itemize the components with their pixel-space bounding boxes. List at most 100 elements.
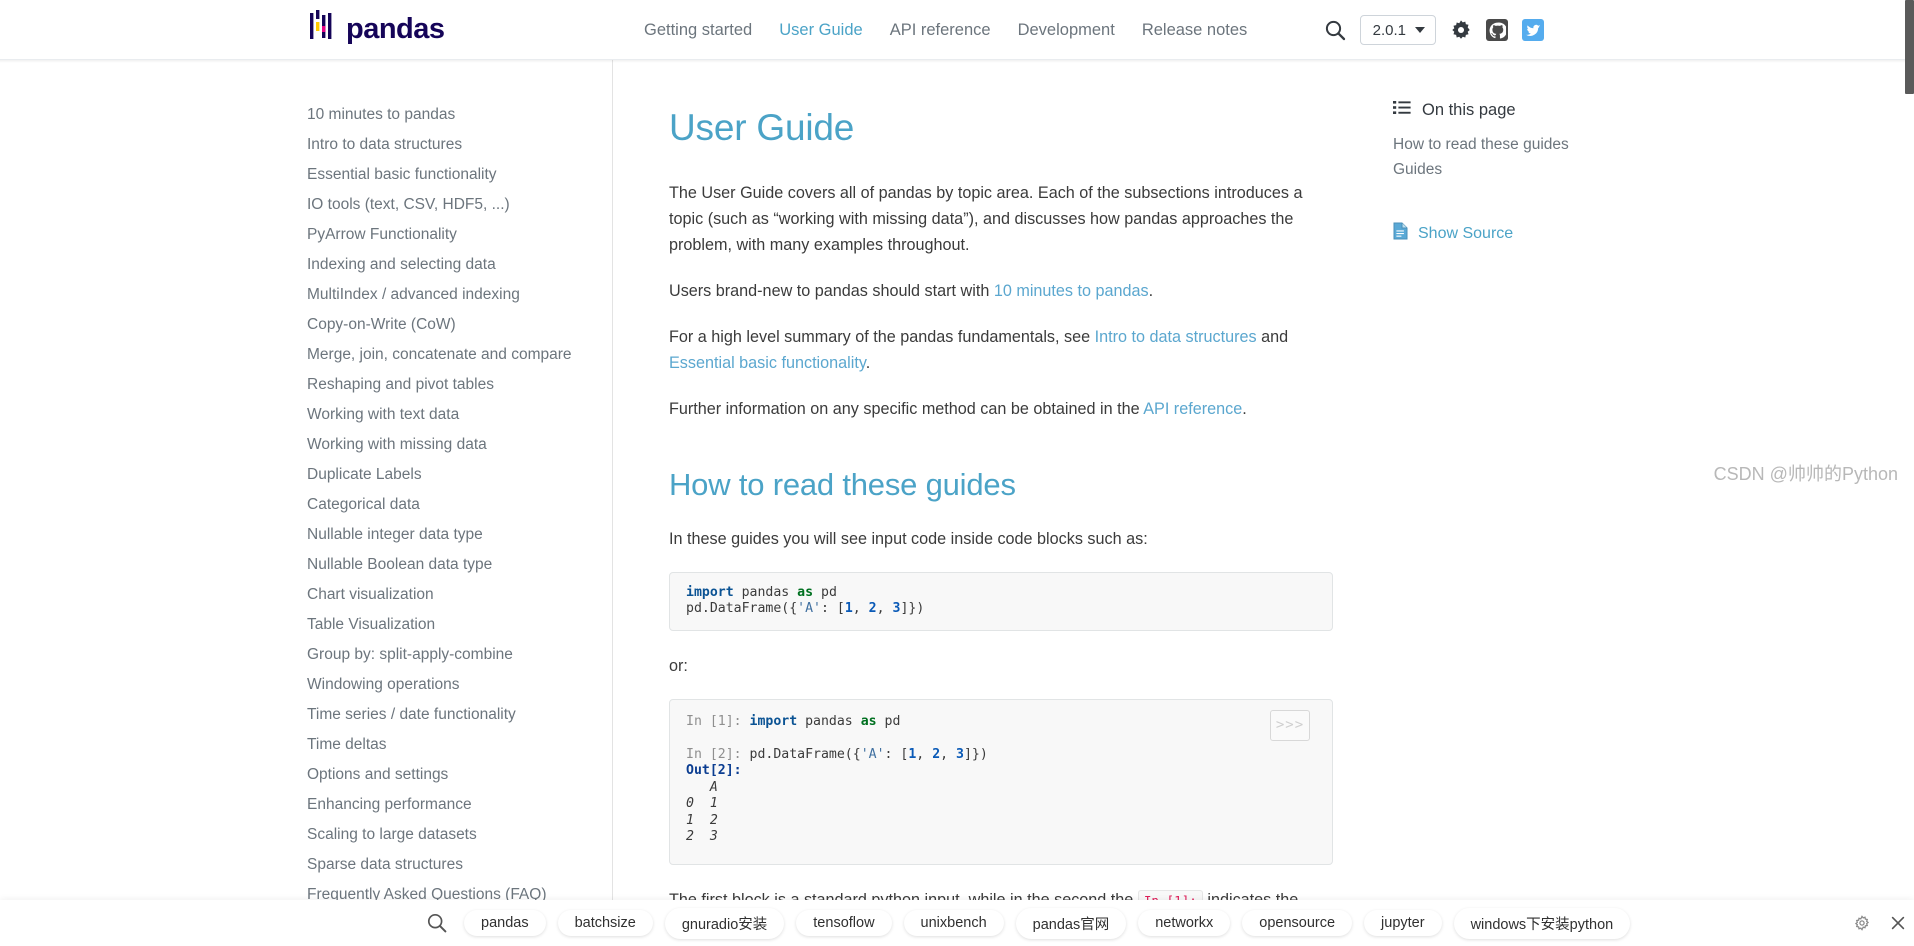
sidebar-item-options-and-settings[interactable]: Options and settings xyxy=(0,760,612,790)
brand-new-users-paragraph: Users brand-new to pandas should start w… xyxy=(669,278,1333,304)
link-api-reference[interactable]: API reference xyxy=(1143,400,1242,418)
code-block-ipython: In [1]: import pandas as pd In [2]: pd.D… xyxy=(669,698,1333,865)
nav-link-development[interactable]: Development xyxy=(1018,21,1115,40)
sidebar-item-group-by[interactable]: Group by: split-apply-combine xyxy=(0,640,612,670)
code-token-import: import xyxy=(749,713,798,729)
suggestion-chip-pandas-official[interactable]: pandas官网 xyxy=(1015,907,1127,939)
suggestion-chip-jupyter[interactable]: jupyter xyxy=(1364,910,1442,936)
twitter-icon[interactable] xyxy=(1522,19,1544,41)
suggestion-chip-unixbench[interactable]: unixbench xyxy=(903,910,1004,936)
github-icon[interactable] xyxy=(1486,19,1508,41)
search-icon[interactable] xyxy=(1324,19,1346,41)
sidebar-item-scaling-to-large-datasets[interactable]: Scaling to large datasets xyxy=(0,820,612,850)
toc-link-how-to-read-these-guides[interactable]: How to read these guides xyxy=(1393,132,1733,157)
sidebar-item-multiindex-advanced-indexing[interactable]: MultiIndex / advanced indexing xyxy=(0,280,612,310)
sidebar-item-nullable-integer-data-type[interactable]: Nullable integer data type xyxy=(0,520,612,550)
code-token: pd.DataFrame({ xyxy=(749,746,861,762)
sidebar-item-intro-to-data-structures[interactable]: Intro to data structures xyxy=(0,130,612,160)
suggestion-chip-networkx[interactable]: networkx xyxy=(1138,910,1231,936)
code-token-string: 'A' xyxy=(797,601,821,617)
brand-name: pandas xyxy=(346,13,445,45)
code-output-row-2: 2 3 xyxy=(686,829,718,845)
list-icon xyxy=(1393,100,1411,120)
suggestion-chip-gnuradio[interactable]: gnuradio安装 xyxy=(664,907,785,939)
further-information-paragraph: Further information on any specific meth… xyxy=(669,396,1333,422)
code-token: pd xyxy=(876,713,901,729)
sidebar-item-essential-basic-functionality[interactable]: Essential basic functionality xyxy=(0,160,612,190)
sidebar-item-time-deltas[interactable]: Time deltas xyxy=(0,730,612,760)
sidebar-item-windowing-operations[interactable]: Windowing operations xyxy=(0,670,612,700)
chevron-down-icon xyxy=(1415,27,1425,33)
sidebar-item-sparse-data-structures[interactable]: Sparse data structures xyxy=(0,850,612,880)
sidebar-item-indexing-and-selecting-data[interactable]: Indexing and selecting data xyxy=(0,250,612,280)
code-prompt-in-1: In [1]: xyxy=(686,713,750,729)
code-token: pandas xyxy=(797,713,861,729)
suggestion-chip-windows-python[interactable]: windows下安装python xyxy=(1453,907,1631,939)
high-level-summary-paragraph: For a high level summary of the pandas f… xyxy=(669,324,1333,376)
code-token-string: 'A' xyxy=(860,746,885,762)
sidebar-item-table-visualization[interactable]: Table Visualization xyxy=(0,610,612,640)
sidebar-item-copy-on-write[interactable]: Copy-on-Write (CoW) xyxy=(0,310,612,340)
link-10-minutes-to-pandas[interactable]: 10 minutes to pandas xyxy=(994,282,1149,300)
page-scrollbar-track[interactable] xyxy=(1905,0,1914,946)
code-output-header: A xyxy=(686,779,718,795)
sidebar-item-time-series-date-functionality[interactable]: Time series / date functionality xyxy=(0,700,612,730)
top-navbar: pandas Getting started User Guide API re… xyxy=(0,0,1914,60)
link-intro-to-data-structures[interactable]: Intro to data structures xyxy=(1095,328,1257,346)
show-source-link[interactable]: Show Source xyxy=(1393,222,1733,245)
main-content: User Guide The User Guide covers all of … xyxy=(613,60,1393,946)
nav-link-api-reference[interactable]: API reference xyxy=(890,21,991,40)
code-token: : [ xyxy=(820,601,845,617)
csdn-watermark: CSDN @帅帅的Python xyxy=(1713,464,1898,484)
guides-intro-paragraph: In these guides you will see input code … xyxy=(669,529,1148,548)
search-bar-controls xyxy=(1847,900,1914,946)
code-token: ]}) xyxy=(963,746,988,762)
nav-link-user-guide[interactable]: User Guide xyxy=(779,21,862,40)
code-output-row-1: 1 2 xyxy=(686,812,718,828)
navbar-tools: 2.0.1 xyxy=(1324,0,1544,60)
suggestion-chip-tensoflow[interactable]: tensoflow xyxy=(796,910,892,936)
sidebar-item-chart-visualization[interactable]: Chart visualization xyxy=(0,580,612,610)
left-sidebar: 10 minutes to pandas Intro to data struc… xyxy=(0,60,612,946)
navbar-shadow xyxy=(0,60,1914,63)
toc-heading: On this page xyxy=(1393,100,1733,120)
code-token-number: 2 xyxy=(932,746,941,762)
or-label: or: xyxy=(669,656,688,675)
sidebar-item-10-minutes-to-pandas[interactable]: 10 minutes to pandas xyxy=(0,100,612,130)
sidebar-item-merge-join-concatenate[interactable]: Merge, join, concatenate and compare xyxy=(0,340,612,370)
sidebar-item-categorical-data[interactable]: Categorical data xyxy=(0,490,612,520)
brand-logo-link[interactable]: pandas xyxy=(310,10,445,49)
sidebar-item-duplicate-labels[interactable]: Duplicate Labels xyxy=(0,460,612,490)
version-value: 2.0.1 xyxy=(1372,21,1406,39)
code-token: : [ xyxy=(884,746,909,762)
nav-link-getting-started[interactable]: Getting started xyxy=(644,21,752,40)
page-scrollbar-thumb[interactable] xyxy=(1905,0,1914,94)
search-icon[interactable] xyxy=(424,910,450,936)
suggestion-chip-pandas[interactable]: pandas xyxy=(464,910,546,936)
suggestion-chip-opensource[interactable]: opensource xyxy=(1242,910,1353,936)
gear-icon[interactable] xyxy=(1847,908,1877,938)
paragraph-text: and xyxy=(1256,328,1289,347)
toggle-prompt-button[interactable]: >>> xyxy=(1270,709,1310,741)
sidebar-item-working-with-missing-data[interactable]: Working with missing data xyxy=(0,430,612,460)
suggestion-chip-batchsize[interactable]: batchsize xyxy=(557,910,653,936)
sidebar-item-pyarrow-functionality[interactable]: PyArrow Functionality xyxy=(0,220,612,250)
version-selector[interactable]: 2.0.1 xyxy=(1359,15,1436,45)
sidebar-item-nullable-boolean-data-type[interactable]: Nullable Boolean data type xyxy=(0,550,612,580)
code-token-number: 2 xyxy=(868,601,877,617)
sidebar-item-enhancing-performance[interactable]: Enhancing performance xyxy=(0,790,612,820)
nav-link-release-notes[interactable]: Release notes xyxy=(1142,21,1248,40)
pandas-logo-icon xyxy=(310,10,336,49)
code-block-python: import pandas as pd pd.DataFrame({'A': [… xyxy=(669,571,1333,631)
code-token: , xyxy=(940,746,957,762)
intro-paragraph: The User Guide covers all of pandas by t… xyxy=(669,184,1303,255)
sidebar-item-working-with-text-data[interactable]: Working with text data xyxy=(0,400,612,430)
paragraph-text: Users brand-new to pandas should start w… xyxy=(669,282,994,301)
link-essential-basic-functionality[interactable]: Essential basic functionality xyxy=(669,354,866,372)
sidebar-item-io-tools[interactable]: IO tools (text, CSV, HDF5, ...) xyxy=(0,190,612,220)
code-token-import: import xyxy=(686,584,734,600)
gear-icon[interactable] xyxy=(1450,19,1472,41)
toc-link-guides[interactable]: Guides xyxy=(1393,157,1733,182)
sidebar-item-reshaping-and-pivot-tables[interactable]: Reshaping and pivot tables xyxy=(0,370,612,400)
page-title: User Guide xyxy=(669,107,855,148)
